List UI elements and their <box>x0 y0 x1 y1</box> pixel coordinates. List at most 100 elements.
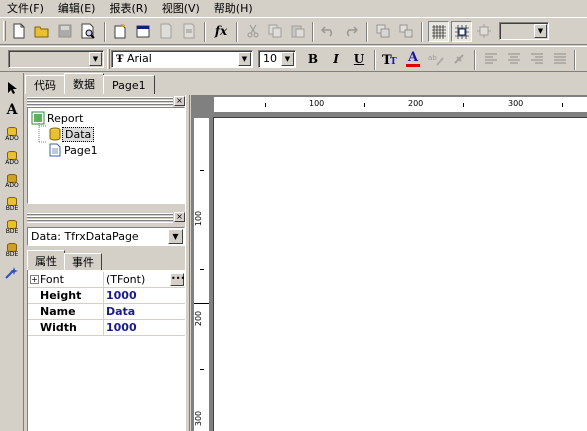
panel-splitter[interactable] <box>185 95 190 431</box>
toolbar-separator <box>312 22 314 42</box>
copy-icon[interactable] <box>266 22 284 40</box>
tab-events[interactable]: 事件 <box>64 253 102 270</box>
font-name-value: Ŧ Arial <box>116 52 152 67</box>
ado-label: ADO <box>5 181 19 189</box>
bde-label: BDE <box>5 250 19 258</box>
italic-button[interactable]: I <box>327 50 345 68</box>
property-row-height[interactable]: Height 1000 <box>28 288 186 304</box>
close-icon[interactable]: × <box>174 212 185 222</box>
property-value[interactable]: Data <box>106 305 135 318</box>
align-right-icon[interactable] <box>528 50 546 68</box>
column-divider <box>103 304 104 320</box>
close-icon[interactable]: × <box>174 96 185 106</box>
wizard-icon[interactable] <box>3 263 21 283</box>
property-row-font[interactable]: + Font (TFont) ••• <box>28 272 186 288</box>
ado-query-icon[interactable]: ADO <box>3 148 21 168</box>
tree-node-data[interactable]: Data <box>48 126 95 142</box>
toolbar-separator <box>366 22 368 42</box>
show-grid-icon[interactable] <box>428 21 449 42</box>
bde-label: BDE <box>5 227 19 235</box>
menu-report[interactable]: 报表(R) <box>102 1 154 16</box>
bde-query-icon[interactable]: BDE <box>3 217 21 237</box>
vertical-ruler: 100 200 300 <box>194 118 209 431</box>
tab-data[interactable]: 数据 <box>64 73 104 94</box>
redo-icon[interactable] <box>342 22 360 40</box>
property-value[interactable]: 1000 <box>106 321 137 334</box>
menu-view[interactable]: 视图(V) <box>155 1 207 16</box>
rotation-icon[interactable] <box>450 50 468 68</box>
ado-label: ADO <box>5 134 19 142</box>
property-row-name[interactable]: Name Data <box>28 304 186 320</box>
ruler-tick <box>463 103 464 107</box>
align-to-grid-icon[interactable] <box>451 21 472 42</box>
ado-table-icon[interactable]: ADO <box>3 124 21 144</box>
bold-button[interactable]: B <box>304 50 322 68</box>
variables-icon[interactable]: fx <box>212 22 230 40</box>
property-value: (TFont) <box>106 273 146 286</box>
property-grid: + Font (TFont) ••• Height 1000 Name Data… <box>27 270 186 431</box>
tree-panel-titlebar[interactable] <box>27 97 173 107</box>
chevron-down-icon: ▼ <box>281 52 294 66</box>
bde-database-icon[interactable]: BDE <box>3 240 21 260</box>
database-icon <box>49 127 61 141</box>
text-toolbar: ▼ Ŧ Arial ▼ 10 ▼ B I U TT A ab <box>0 46 587 72</box>
ruler-tick <box>194 303 209 304</box>
toolbar-separator <box>236 22 238 42</box>
open-icon[interactable] <box>33 22 51 40</box>
property-name: Height <box>40 289 82 302</box>
style-combo[interactable]: ▼ <box>8 50 104 68</box>
standard-toolbar: fx ▼ <box>0 17 587 45</box>
menu-help[interactable]: 帮助(H) <box>207 1 260 16</box>
toolbar-grip[interactable] <box>3 21 6 41</box>
property-value[interactable]: 1000 <box>106 289 137 302</box>
inspector-panel-titlebar[interactable] <box>27 213 173 223</box>
font-settings-icon[interactable]: TT <box>381 50 399 68</box>
paste-icon[interactable] <box>289 22 307 40</box>
design-page[interactable] <box>213 117 587 431</box>
new-page-icon[interactable] <box>111 22 129 40</box>
save-icon[interactable] <box>56 22 74 40</box>
menu-file[interactable]: 文件(F) <box>0 1 51 16</box>
cut-icon[interactable] <box>244 22 262 40</box>
toolbar-separator <box>374 50 376 70</box>
object-selector[interactable]: Data: TfrxDataPage ▼ <box>27 227 185 246</box>
tab-properties[interactable]: 属性 <box>27 250 65 270</box>
fit-to-grid-icon[interactable] <box>475 22 493 40</box>
menu-edit[interactable]: 编辑(E) <box>51 1 103 16</box>
ruler-label: 200 <box>408 99 424 108</box>
tree-node-page1[interactable]: Page1 <box>48 142 100 158</box>
new-icon[interactable] <box>10 22 28 40</box>
ado-database-icon[interactable]: ADO <box>3 171 21 191</box>
text-tool-icon[interactable]: A <box>3 100 21 120</box>
tab-code[interactable]: 代码 <box>25 75 65 94</box>
toolbar-separator <box>104 22 106 42</box>
font-size-combo[interactable]: 10 ▼ <box>258 50 296 68</box>
new-dialog-icon[interactable] <box>134 22 152 40</box>
property-row-width[interactable]: Width 1000 <box>28 320 186 336</box>
ellipsis-button[interactable]: ••• <box>170 273 185 286</box>
align-justify-icon[interactable] <box>551 50 569 68</box>
group-icon[interactable] <box>374 22 392 40</box>
bde-table-icon[interactable]: BDE <box>3 194 21 214</box>
underline-button[interactable]: U <box>350 50 368 68</box>
page-settings-icon[interactable] <box>180 22 198 40</box>
preview-icon[interactable] <box>79 22 97 40</box>
align-center-icon[interactable] <box>505 50 523 68</box>
tab-page1[interactable]: Page1 <box>103 75 155 94</box>
ado-label: ADO <box>5 158 19 166</box>
ungroup-icon[interactable] <box>397 22 415 40</box>
delete-page-icon[interactable] <box>157 22 175 40</box>
zoom-combo[interactable]: ▼ <box>499 22 549 40</box>
undo-icon[interactable] <box>319 22 337 40</box>
font-size-value: 10 <box>263 52 277 65</box>
expand-icon[interactable]: + <box>30 275 39 284</box>
highlight-icon[interactable]: ab <box>427 50 445 68</box>
font-name-combo[interactable]: Ŧ Arial ▼ <box>111 50 253 68</box>
toolbar-grip[interactable] <box>107 49 110 69</box>
font-color-icon[interactable]: A <box>404 50 422 68</box>
page-icon <box>49 143 61 157</box>
toolbar-separator <box>421 22 423 42</box>
select-tool-icon[interactable] <box>3 78 21 98</box>
bde-label: BDE <box>5 204 19 212</box>
align-left-icon[interactable] <box>482 50 500 68</box>
